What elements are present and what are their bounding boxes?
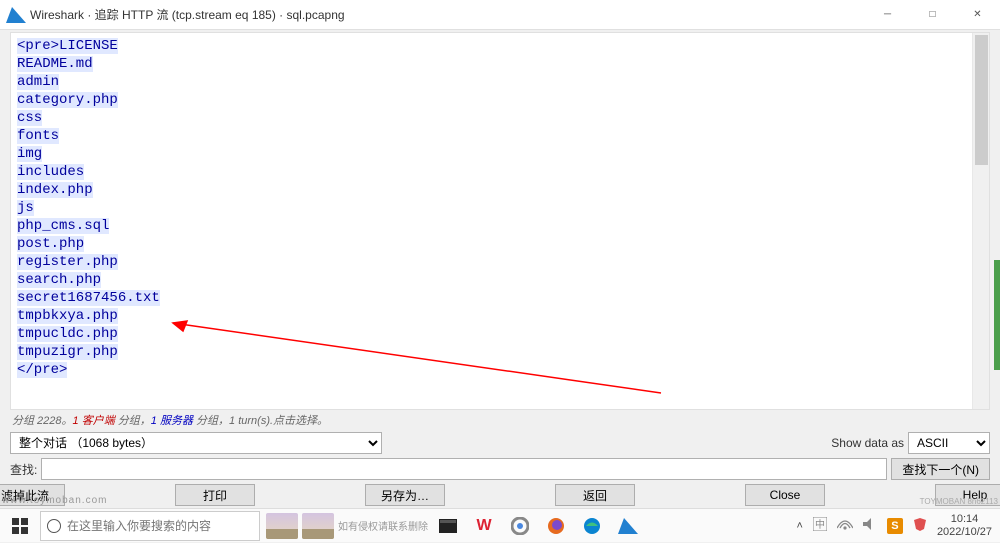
watermark-left: www.toymoban.com <box>2 495 107 506</box>
edge-icon[interactable] <box>576 512 608 540</box>
stats-line: 分组 2228。1 客户端 分组，1 服务器 分组，1 turn(s).点击选择… <box>0 410 1000 430</box>
taskbar-search[interactable] <box>40 511 260 541</box>
watermark-mid: 如有侵权请联系删除 <box>338 512 428 540</box>
find-next-button[interactable]: 查找下一个(N) <box>891 458 990 480</box>
close-button[interactable]: ✕ <box>955 0 1000 30</box>
tray-network-icon[interactable] <box>837 518 853 533</box>
tray-volume-icon[interactable] <box>863 518 877 533</box>
start-button[interactable] <box>0 509 40 543</box>
titlebar: Wireshark · 追踪 HTTP 流 (tcp.stream eq 185… <box>0 0 1000 30</box>
tray-shield-icon[interactable] <box>913 517 927 534</box>
http-stream-textarea[interactable]: <pre>LICENSE README.md admin category.ph… <box>10 32 990 410</box>
watermark-right: TOYMOBAN 8n62113 <box>920 497 998 506</box>
search-icon <box>47 519 61 533</box>
wireshark-taskbar-icon[interactable] <box>612 512 644 540</box>
encoding-select[interactable]: ASCII <box>908 432 990 454</box>
find-label: 查找: <box>10 461 37 478</box>
scrollbar[interactable] <box>972 33 989 409</box>
button-row: 滤掉此流 打印 另存为… 返回 Close Help <box>0 482 1000 506</box>
show-data-as-label: Show data as <box>831 436 904 450</box>
save-as-button[interactable]: 另存为… <box>365 484 445 506</box>
window-title: Wireshark · 追踪 HTTP 流 (tcp.stream eq 185… <box>26 6 865 23</box>
system-tray: ˄ 中 S 10:14 2022/10/27 <box>797 513 1000 539</box>
side-marker <box>994 260 1000 370</box>
firefox-icon[interactable] <box>540 512 572 540</box>
terminal-icon[interactable] <box>432 512 464 540</box>
taskbar-clock[interactable]: 10:14 2022/10/27 <box>937 513 992 539</box>
print-button[interactable]: 打印 <box>175 484 255 506</box>
svg-text:中: 中 <box>815 518 825 531</box>
minimize-button[interactable]: ─ <box>865 0 910 30</box>
back-button[interactable]: 返回 <box>555 484 635 506</box>
close-dialog-button[interactable]: Close <box>745 484 825 506</box>
taskbar-search-input[interactable] <box>67 519 253 533</box>
conversation-row: 整个对话 （1068 bytes） Show data as ASCII <box>0 430 1000 456</box>
wps-icon[interactable]: W <box>468 512 500 540</box>
tray-s-icon[interactable]: S <box>887 518 903 534</box>
wireshark-icon <box>6 7 26 23</box>
taskbar: 如有侵权请联系删除 W ˄ 中 S 10:14 2022/10/27 <box>0 508 1000 542</box>
conversation-select[interactable]: 整个对话 （1068 bytes） <box>10 432 382 454</box>
thumbnail-2[interactable] <box>302 512 334 540</box>
maximize-button[interactable]: □ <box>910 0 955 30</box>
find-input[interactable] <box>41 458 887 480</box>
chrome-icon[interactable] <box>504 512 536 540</box>
tray-ime-icon[interactable]: 中 <box>813 517 827 534</box>
find-row: 查找: 查找下一个(N) <box>0 456 1000 482</box>
tray-chevron-icon[interactable]: ˄ <box>797 520 803 532</box>
taskbar-icons: 如有侵权请联系删除 W <box>260 512 644 540</box>
thumbnail-1[interactable] <box>266 512 298 540</box>
